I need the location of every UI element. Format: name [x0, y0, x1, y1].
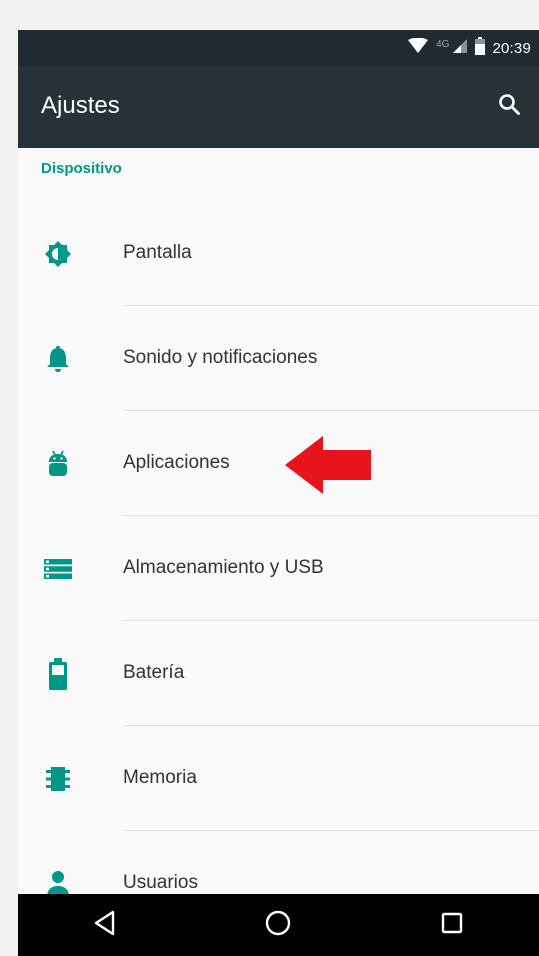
recents-button[interactable]: [430, 903, 474, 947]
settings-item-label: Pantalla: [123, 242, 192, 263]
settings-item-label: Sonido y notificaciones: [123, 347, 318, 368]
battery-icon: [41, 658, 75, 690]
section-header-dispositivo: Dispositivo: [41, 160, 122, 177]
display-icon: [41, 240, 75, 268]
settings-item-aplicaciones[interactable]: Aplicaciones: [18, 412, 539, 516]
settings-item-almacenamiento[interactable]: Almacenamiento y USB: [18, 517, 539, 621]
annotation-arrow: [283, 434, 373, 496]
recents-square-icon: [440, 911, 464, 940]
settings-item-memoria[interactable]: Memoria: [18, 727, 539, 831]
status-clock: 20:39: [492, 39, 531, 57]
search-icon: [497, 92, 521, 121]
storage-icon: [41, 555, 75, 583]
settings-item-label: Memoria: [123, 767, 197, 788]
settings-item-label: Almacenamiento y USB: [123, 557, 324, 578]
home-circle-icon: [264, 909, 292, 942]
battery-status-icon: [475, 36, 486, 60]
settings-screen: 4G 20:39 Ajustes Dispositivo Pantalla So…: [18, 30, 539, 956]
status-bar: 4G 20:39: [18, 30, 539, 66]
back-triangle-icon: [93, 910, 117, 941]
search-button[interactable]: [491, 88, 527, 124]
navigation-bar: [18, 894, 539, 956]
android-icon: [41, 450, 75, 478]
wifi-icon: [407, 37, 429, 59]
page-title: Ajustes: [41, 92, 120, 119]
divider: [123, 830, 539, 831]
back-button[interactable]: [83, 903, 127, 947]
settings-item-bateria[interactable]: Batería: [18, 622, 539, 726]
settings-item-pantalla[interactable]: Pantalla: [18, 202, 539, 306]
divider: [123, 725, 539, 726]
home-button[interactable]: [256, 903, 300, 947]
settings-item-label: Batería: [123, 662, 185, 683]
memory-icon: [41, 765, 75, 793]
bell-icon: [41, 345, 75, 373]
settings-item-sonido[interactable]: Sonido y notificaciones: [18, 307, 539, 411]
divider: [123, 305, 539, 306]
settings-item-label: Aplicaciones: [123, 452, 230, 473]
settings-item-label: Usuarios: [123, 872, 198, 893]
status-icons: 4G 20:39: [407, 30, 531, 66]
divider: [123, 410, 539, 411]
network-type-label: 4G: [436, 38, 450, 50]
app-bar: Ajustes: [18, 66, 539, 148]
divider: [123, 620, 539, 621]
divider: [123, 515, 539, 516]
cell-signal-icon: [452, 38, 468, 59]
